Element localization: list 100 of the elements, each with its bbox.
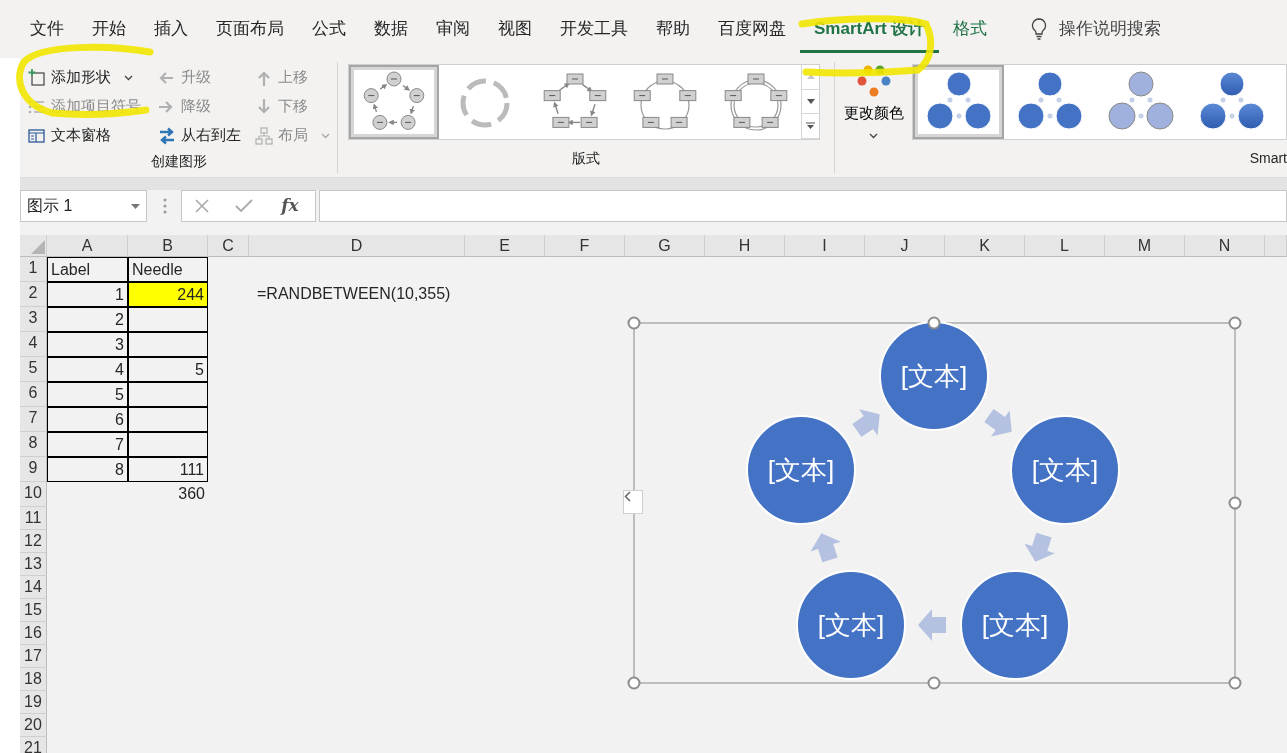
ribbon-tab[interactable]: 文件 bbox=[16, 0, 78, 58]
resize-handle[interactable] bbox=[1228, 496, 1242, 510]
ribbon-tab[interactable]: 视图 bbox=[484, 0, 546, 58]
row-header[interactable]: 19 bbox=[20, 691, 47, 714]
column-header[interactable]: F bbox=[545, 235, 625, 257]
column-header[interactable]: J bbox=[865, 235, 945, 257]
block-arrow bbox=[984, 408, 1012, 437]
text-pane-toggle-button[interactable] bbox=[623, 490, 643, 514]
ribbon-button[interactable]: 文本窗格 bbox=[26, 122, 113, 149]
cell: 2 bbox=[47, 307, 128, 332]
column-header[interactable]: A bbox=[47, 235, 128, 257]
add-shape-icon bbox=[28, 68, 46, 87]
cell: Label bbox=[47, 257, 128, 282]
resize-handle[interactable] bbox=[627, 676, 641, 690]
row-header[interactable]: 3 bbox=[20, 307, 47, 332]
change-colors-button[interactable]: 更改颜色 bbox=[835, 62, 912, 147]
block-arrow bbox=[810, 533, 841, 563]
column-header[interactable]: G bbox=[625, 235, 705, 257]
resize-handle[interactable] bbox=[1228, 676, 1242, 690]
tell-me-search[interactable]: 操作说明搜索 bbox=[1059, 16, 1162, 42]
cell: 111 bbox=[128, 457, 208, 482]
row-header[interactable]: 20 bbox=[20, 714, 47, 737]
row-header[interactable]: 11 bbox=[20, 507, 47, 530]
color-dots-icon bbox=[855, 64, 892, 98]
cell-text: =RANDBETWEEN(10,355) bbox=[256, 284, 452, 304]
row-header[interactable]: 15 bbox=[20, 599, 47, 622]
row-header[interactable]: 18 bbox=[20, 668, 47, 691]
ribbon-tab[interactable]: 数据 bbox=[360, 0, 422, 58]
layout-option[interactable] bbox=[349, 65, 440, 139]
check-icon[interactable] bbox=[234, 199, 253, 213]
ribbon-tab[interactable]: 格式 bbox=[939, 0, 1002, 58]
insert-function-button[interactable]: fx bbox=[277, 193, 303, 219]
block-arrow bbox=[1024, 532, 1055, 562]
resize-handle[interactable] bbox=[627, 316, 641, 330]
formula-input[interactable] bbox=[319, 190, 1287, 222]
caret-icon bbox=[869, 132, 878, 139]
row-header[interactable]: 21 bbox=[20, 737, 47, 753]
text-pane-icon bbox=[28, 126, 46, 145]
ribbon-tab[interactable]: 审阅 bbox=[422, 0, 484, 58]
row-header[interactable]: 9 bbox=[20, 457, 47, 482]
ribbon-tab[interactable]: 开始 bbox=[78, 0, 140, 58]
resize-handle[interactable] bbox=[1228, 316, 1242, 330]
group-label: Smart bbox=[1248, 149, 1287, 168]
column-header[interactable]: K bbox=[945, 235, 1025, 257]
ribbon-tab[interactable]: 插入 bbox=[140, 0, 202, 58]
row-header[interactable]: 17 bbox=[20, 645, 47, 668]
row-header[interactable]: 14 bbox=[20, 576, 47, 599]
column-header[interactable]: L bbox=[1025, 235, 1105, 257]
row-header[interactable]: 6 bbox=[20, 382, 47, 407]
group-label: 创建图形 bbox=[149, 152, 208, 171]
ribbon-button[interactable]: 添加形状 bbox=[26, 64, 135, 91]
ribbon-tab[interactable]: 公式 bbox=[298, 0, 360, 58]
ribbon-tab[interactable]: 帮助 bbox=[642, 0, 704, 58]
column-header[interactable]: I bbox=[785, 235, 865, 257]
row-header[interactable]: 16 bbox=[20, 622, 47, 645]
row-header[interactable]: 5 bbox=[20, 357, 47, 382]
up-triangle-icon bbox=[806, 74, 815, 80]
cell: 3 bbox=[47, 332, 128, 357]
ribbon-tab[interactable]: 百度网盘 bbox=[704, 0, 800, 58]
column-header[interactable]: H bbox=[705, 235, 785, 257]
column-header[interactable]: E bbox=[465, 235, 545, 257]
row-header[interactable]: 13 bbox=[20, 553, 47, 576]
row-header[interactable]: 4 bbox=[20, 332, 47, 357]
style-option[interactable] bbox=[913, 65, 1004, 139]
column-header[interactable]: D bbox=[249, 235, 465, 257]
down-triangle-icon bbox=[806, 99, 815, 104]
chevron-left-icon bbox=[624, 491, 631, 502]
cell: 7 bbox=[47, 432, 128, 457]
row-header[interactable]: 8 bbox=[20, 432, 47, 457]
name-box[interactable]: 图示 1 bbox=[20, 190, 147, 222]
ribbon-tab[interactable]: 页面布局 bbox=[202, 0, 298, 58]
cancel-icon[interactable] bbox=[194, 198, 211, 214]
resize-handle[interactable] bbox=[927, 676, 941, 690]
row-header[interactable]: 2 bbox=[20, 282, 47, 307]
cell: 4 bbox=[47, 357, 128, 382]
column-header[interactable]: C bbox=[208, 235, 249, 257]
row-header[interactable]: 7 bbox=[20, 407, 47, 432]
ribbon-tab[interactable]: 开发工具 bbox=[546, 0, 642, 58]
block-arrow bbox=[918, 609, 946, 641]
cell: 5 bbox=[128, 357, 208, 382]
column-header[interactable]: M bbox=[1105, 235, 1185, 257]
row-header[interactable]: 10 bbox=[20, 482, 47, 507]
ribbon-tab[interactable]: SmartArt 设计 bbox=[800, 0, 940, 58]
ribbon-button[interactable]: 从右到左 bbox=[156, 122, 243, 149]
cell-text: 360 bbox=[177, 484, 206, 504]
cell: 244 bbox=[128, 282, 208, 307]
lightbulb-icon[interactable] bbox=[1031, 18, 1048, 40]
cell: 6 bbox=[47, 407, 128, 432]
expand-gallery-icon bbox=[806, 122, 816, 131]
name-box-text: 图示 1 bbox=[27, 196, 73, 216]
row-header[interactable]: 12 bbox=[20, 530, 47, 553]
column-header[interactable]: B bbox=[128, 235, 208, 257]
cell: Needle bbox=[128, 257, 208, 282]
cell: 8 bbox=[47, 457, 128, 482]
row-header[interactable]: 1 bbox=[20, 257, 47, 282]
resize-handle[interactable] bbox=[927, 316, 941, 330]
vertical-dots-icon[interactable] bbox=[163, 198, 167, 214]
column-header[interactable]: N bbox=[1185, 235, 1265, 257]
group-label: 版式 bbox=[571, 149, 601, 168]
caret-icon[interactable] bbox=[131, 203, 140, 209]
